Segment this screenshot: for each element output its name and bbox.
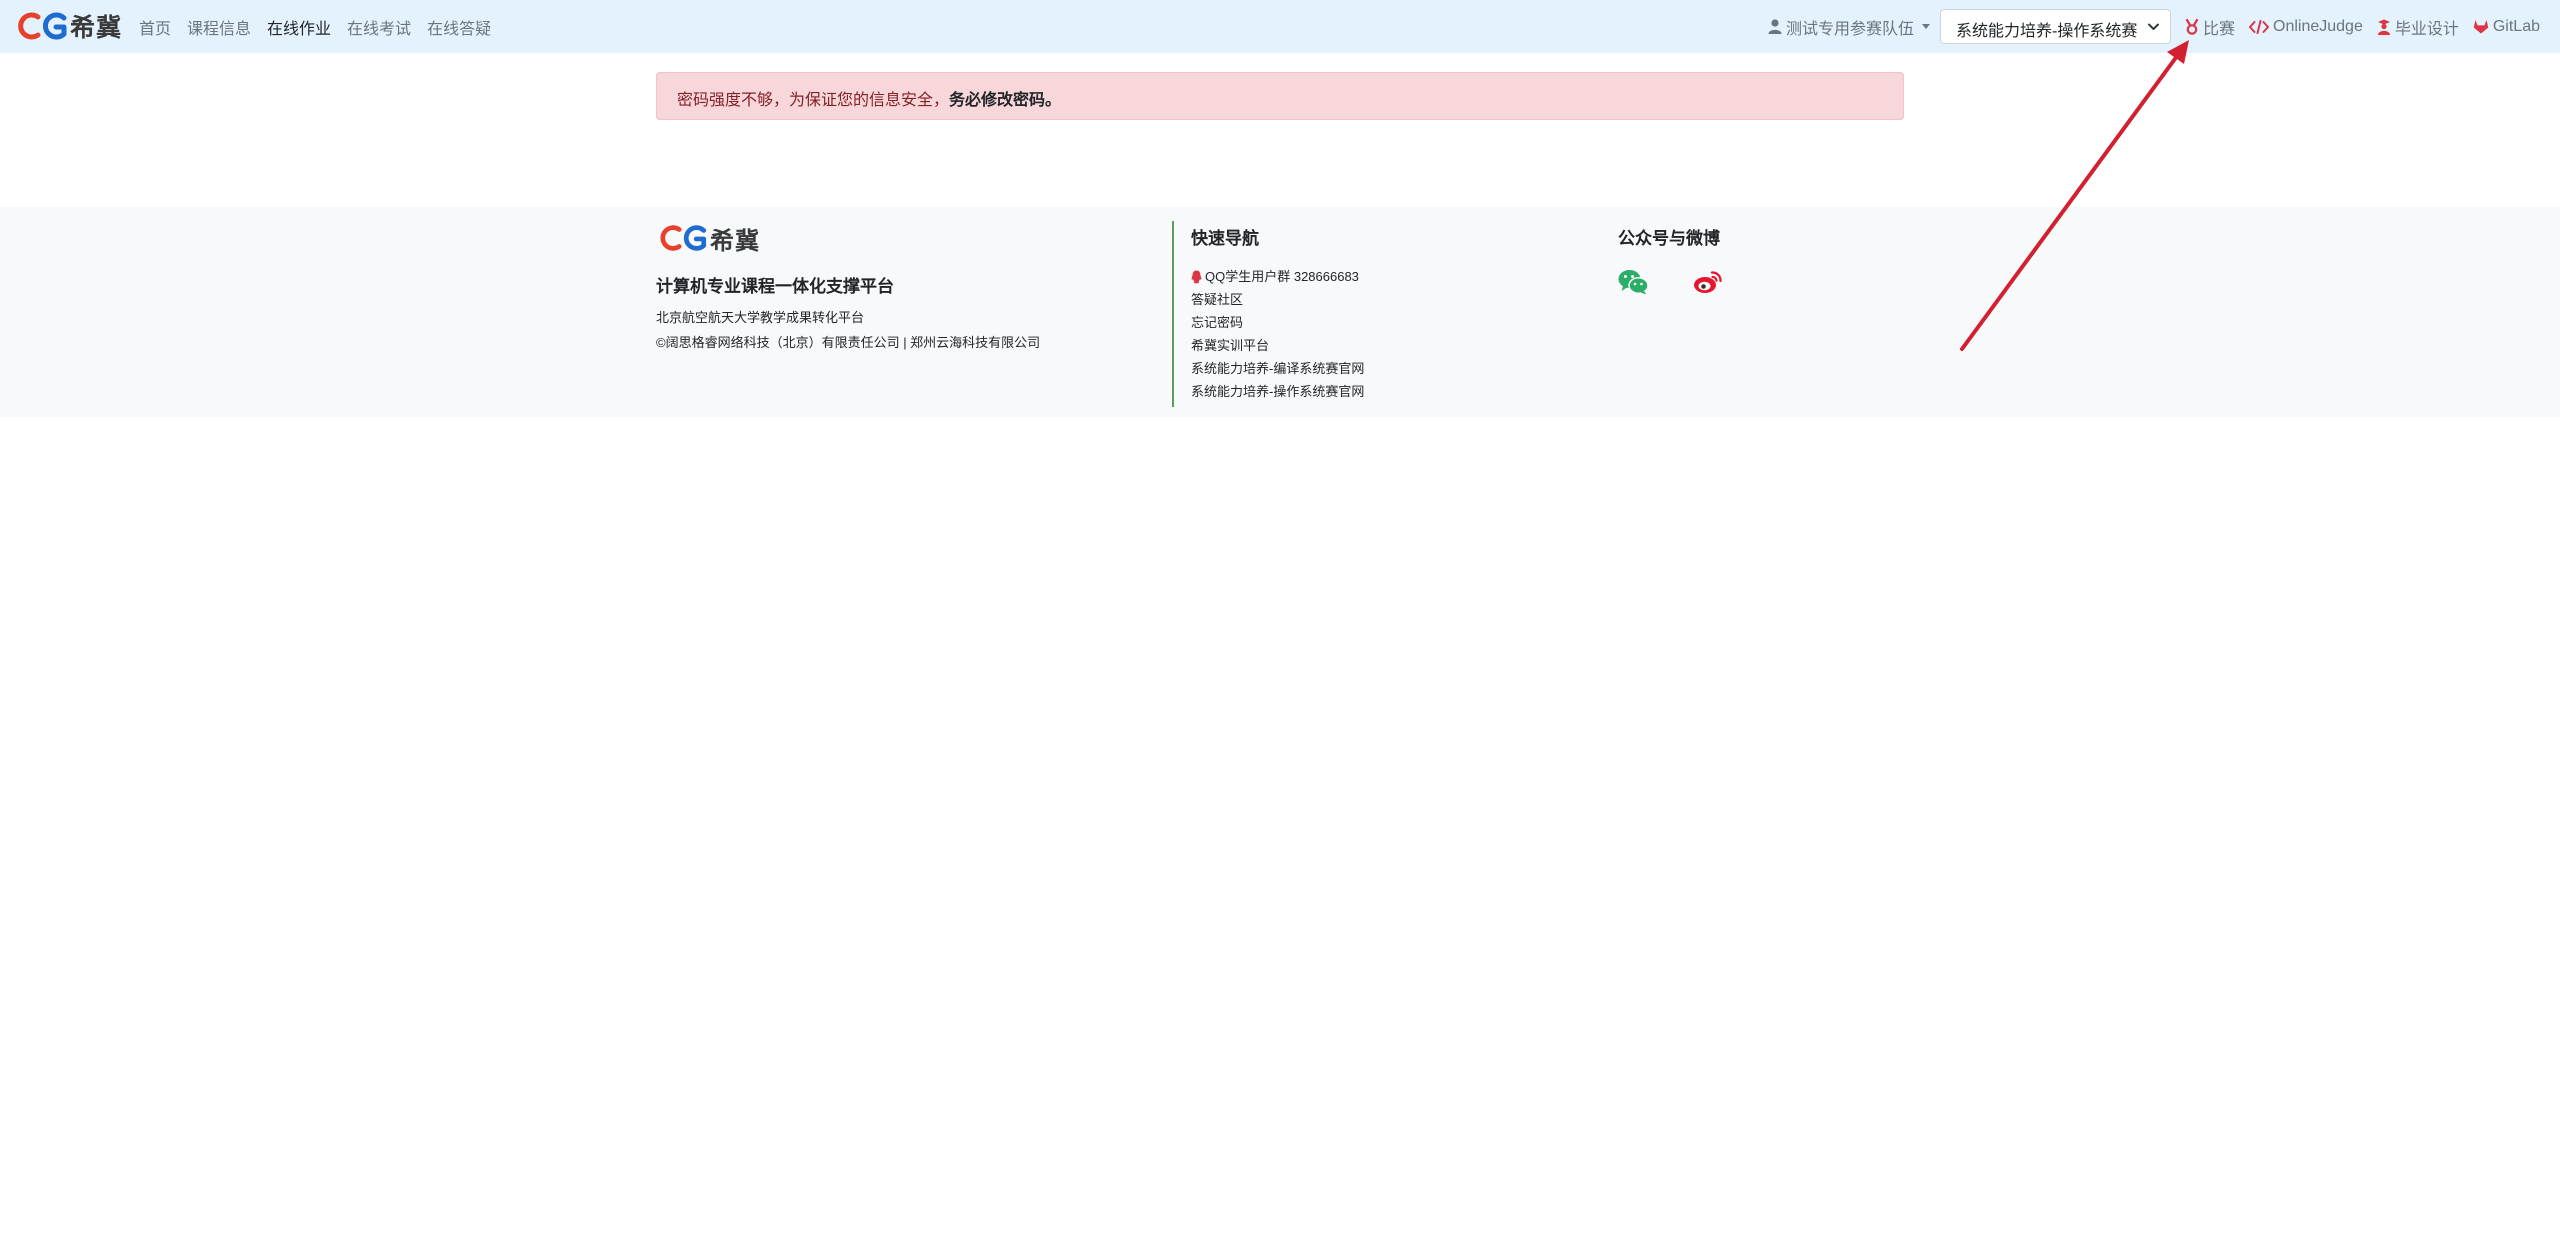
- medal-icon: [2185, 18, 2199, 35]
- quick-nav-heading: 快速导航: [1191, 229, 1259, 248]
- competition-select[interactable]: 系统能力培养-操作系统赛: [1939, 9, 2171, 44]
- team-dropdown[interactable]: 测试专用参赛队伍: [1768, 15, 1930, 39]
- social-heading: 公众号与微博: [1618, 229, 1720, 248]
- graduation-design-label: 毕业设计: [2394, 20, 2459, 38]
- footer-brand-column: 希冀 计算机专业课程一体化支撑平台 北京航空航天大学教学成果转化平台 ©阔思格睿…: [656, 221, 1156, 351]
- nav-online-homework[interactable]: 在线作业: [267, 15, 331, 39]
- wechat-icon[interactable]: [1618, 269, 1649, 295]
- footer-copyright-line: ©阔思格睿网络科技（北京）有限责任公司 | 郑州云海科技有限公司: [656, 335, 1041, 350]
- alert-strong-text: 务必修改密码。: [949, 92, 1062, 109]
- quick-nav-column: 快速导航 QQ学生用户群 328666683 答疑社区 忘记密码 希冀实训平台 …: [1191, 224, 1591, 403]
- platform-title: 计算机专业课程一体化支撑平台: [656, 277, 894, 296]
- quick-nav-qa-community[interactable]: 答疑社区: [1191, 288, 1591, 311]
- code-icon: [2249, 19, 2269, 34]
- nav-online-exam[interactable]: 在线考试: [347, 15, 411, 39]
- onlinejudge-link[interactable]: OnlineJudge: [2249, 18, 2363, 36]
- nav-online-qa[interactable]: 在线答疑: [427, 15, 491, 39]
- quick-nav-forgot-password[interactable]: 忘记密码: [1191, 311, 1591, 334]
- contest-link[interactable]: 比赛: [2185, 15, 2235, 39]
- qq-icon: [1191, 270, 1202, 283]
- quick-nav-list: QQ学生用户群 328666683 答疑社区 忘记密码 希冀实训平台 系统能力培…: [1191, 265, 1591, 403]
- brand-name: 希冀: [70, 13, 123, 42]
- graduation-design-link[interactable]: 毕业设计: [2377, 15, 2459, 39]
- gitlab-link[interactable]: GitLab: [2473, 18, 2540, 36]
- footer-logo: 希冀: [656, 221, 1156, 255]
- graduate-icon: [2377, 19, 2390, 35]
- social-column: 公众号与微博: [1618, 224, 1918, 295]
- main-nav: 首页 课程信息 在线作业 在线考试 在线答疑: [139, 0, 507, 53]
- cg-logo-icon: [660, 225, 707, 251]
- weibo-icon[interactable]: [1693, 269, 1723, 295]
- annotation-arrow: [1960, 40, 2189, 351]
- quick-nav-qq-group[interactable]: QQ学生用户群 328666683: [1191, 265, 1591, 288]
- footer-brand-name: 希冀: [710, 225, 760, 255]
- quick-nav-os-contest-site[interactable]: 系统能力培养-操作系统赛官网: [1191, 380, 1591, 403]
- chevron-down-icon: [2147, 23, 2159, 30]
- brand-logo[interactable]: 希冀: [14, 8, 122, 44]
- caret-down-icon: [1921, 24, 1930, 29]
- cg-logo-icon: [18, 12, 67, 40]
- password-warning-alert: 密码强度不够，为保证您的信息安全，务必修改密码。: [656, 72, 1904, 120]
- onlinejudge-label: OnlineJudge: [2273, 17, 2363, 35]
- footer-university-line: 北京航空航天大学教学成果转化平台: [656, 310, 865, 325]
- top-navbar: 希冀 首页 课程信息 在线作业 在线考试 在线答疑 测试专用参赛队伍 系统能力培…: [0, 0, 2560, 53]
- navbar-right: 测试专用参赛队伍 系统能力培养-操作系统赛 比赛 OnlineJudge 毕业设…: [1768, 0, 2540, 53]
- gitlab-icon: [2473, 20, 2489, 34]
- nav-home[interactable]: 首页: [139, 15, 171, 39]
- team-name: 测试专用参赛队伍: [1785, 20, 1914, 38]
- quick-nav-item-label: QQ学生用户群 328666683: [1205, 269, 1359, 284]
- social-icons: [1618, 269, 1918, 295]
- gitlab-label: GitLab: [2492, 17, 2540, 35]
- footer-divider: [1172, 221, 1174, 407]
- competition-select-value: 系统能力培养-操作系统赛: [1955, 23, 2138, 40]
- quick-nav-compiler-contest-site[interactable]: 系统能力培养-编译系统赛官网: [1191, 357, 1591, 380]
- contest-label: 比赛: [2202, 20, 2235, 38]
- quick-nav-training-platform[interactable]: 希冀实训平台: [1191, 334, 1591, 357]
- alert-text: 密码强度不够，为保证您的信息安全，: [677, 92, 950, 109]
- page-footer: 希冀 计算机专业课程一体化支撑平台 北京航空航天大学教学成果转化平台 ©阔思格睿…: [0, 207, 2560, 417]
- user-icon: [1768, 19, 1782, 34]
- nav-course-info[interactable]: 课程信息: [187, 15, 251, 39]
